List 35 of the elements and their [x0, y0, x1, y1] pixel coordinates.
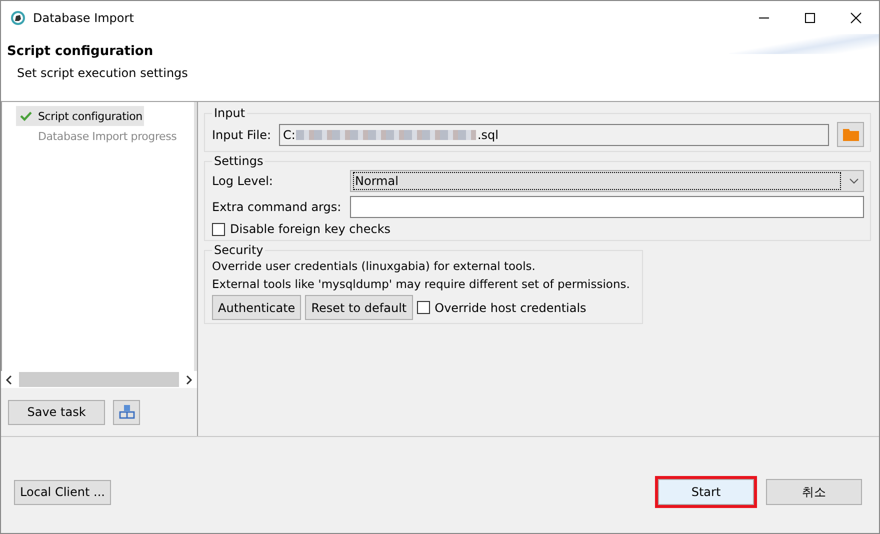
field-label: Extra command args: — [212, 200, 342, 214]
start-button[interactable]: Start — [658, 479, 754, 505]
description-text: External tools like 'mysqldump' may require different set of permissions. — [212, 277, 631, 291]
app-icon — [10, 10, 26, 26]
task-icon-button[interactable] — [113, 400, 140, 424]
local-client-button[interactable]: Local Client ... — [14, 480, 111, 504]
checkbox[interactable] — [212, 222, 225, 236]
field-label: Input File: — [212, 128, 272, 142]
save-task-button[interactable]: Save task — [8, 400, 105, 424]
field-label: Log Level: — [212, 174, 274, 188]
group-title: Settings — [213, 154, 264, 168]
header-title: Script configuration — [7, 44, 154, 59]
input-file-field[interactable]: C: .sql — [279, 124, 829, 146]
window-title: Database Import — [33, 10, 134, 24]
scroll-left-icon[interactable] — [5, 374, 13, 384]
checkbox-label: Override host credentials — [434, 300, 586, 314]
header-subtitle: Set script execution settings — [17, 66, 189, 80]
action-button[interactable]: Authenticate — [212, 295, 302, 320]
cancel-button[interactable]: 취소 — [766, 479, 862, 505]
group-title: Security — [213, 243, 264, 257]
action-button[interactable]: Reset to default — [305, 295, 413, 320]
scroll-right-icon[interactable] — [185, 374, 193, 384]
scrollbar-thumb[interactable] — [19, 372, 179, 387]
step-item[interactable]: Script configuration — [16, 106, 144, 126]
chevron-down-icon — [849, 178, 859, 184]
checkbox[interactable] — [416, 301, 430, 314]
group-title: Input — [213, 106, 246, 120]
folder-icon — [842, 128, 858, 141]
checkbox-label: Disable foreign key checks — [230, 222, 391, 236]
extra-args-field[interactable] — [350, 196, 864, 218]
boxes-icon — [118, 404, 134, 420]
log-level-dropdown[interactable]: Normal — [350, 170, 864, 192]
check-icon — [20, 111, 32, 121]
step-item[interactable]: Database Import progress — [16, 126, 179, 146]
description-text: Override user credentials (linuxgabia) for external tools. — [212, 259, 536, 273]
